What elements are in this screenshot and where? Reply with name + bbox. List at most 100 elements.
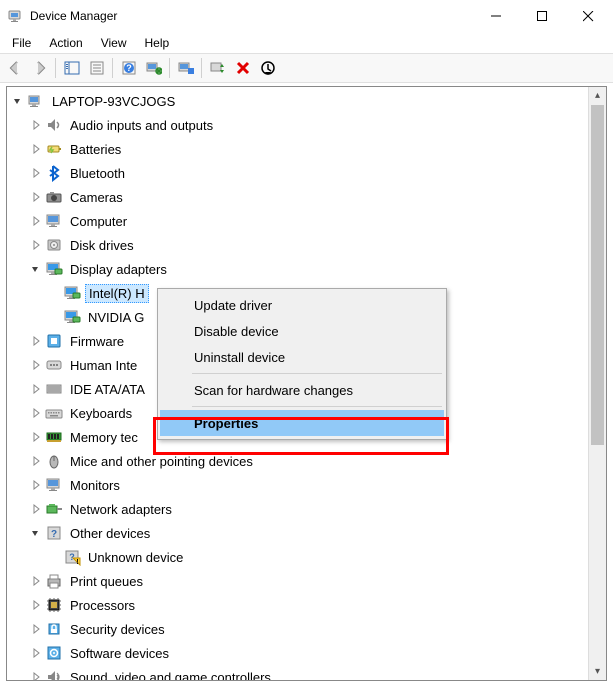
help-button[interactable]: ? bbox=[117, 57, 140, 80]
tree-node-label: Keyboards bbox=[67, 405, 135, 422]
svg-text:!: ! bbox=[76, 559, 78, 566]
mouse-icon bbox=[45, 452, 63, 470]
ctx-separator bbox=[192, 373, 442, 374]
printer-icon bbox=[45, 572, 63, 590]
expander-icon[interactable] bbox=[29, 142, 43, 156]
battery-icon bbox=[45, 140, 63, 158]
expander-icon[interactable] bbox=[29, 382, 43, 396]
ctx-disable-device[interactable]: Disable device bbox=[160, 318, 444, 344]
scroll-down-icon[interactable]: ▾ bbox=[589, 663, 606, 680]
ctx-scan-hardware[interactable]: Scan for hardware changes bbox=[160, 377, 444, 403]
hid-icon bbox=[45, 356, 63, 374]
scan-hardware-button[interactable] bbox=[142, 57, 165, 80]
close-button[interactable] bbox=[565, 1, 611, 31]
expander-icon[interactable] bbox=[29, 574, 43, 588]
device-manager-icon bbox=[8, 8, 24, 24]
ctx-update-driver[interactable]: Update driver bbox=[160, 292, 444, 318]
tree-node-label: Display adapters bbox=[67, 261, 170, 278]
menu-view[interactable]: View bbox=[93, 34, 135, 52]
expander-icon[interactable] bbox=[29, 646, 43, 660]
tree-category-battery[interactable]: Batteries bbox=[7, 137, 606, 161]
expander-icon[interactable] bbox=[29, 502, 43, 516]
context-menu: Update driver Disable device Uninstall d… bbox=[157, 288, 447, 440]
tree-category-computer[interactable]: Computer bbox=[7, 209, 606, 233]
tree-category-display[interactable]: Display adapters bbox=[7, 257, 606, 281]
tree-category-bluetooth[interactable]: Bluetooth bbox=[7, 161, 606, 185]
expander-icon[interactable] bbox=[11, 94, 25, 108]
enable-device-button[interactable] bbox=[206, 57, 229, 80]
tree-root[interactable]: LAPTOP-93VCJOGS bbox=[7, 89, 606, 113]
svg-text:?: ? bbox=[69, 552, 75, 562]
tree-node-label: Human Inte bbox=[67, 357, 140, 374]
expander-icon[interactable] bbox=[29, 526, 43, 540]
disable-device-button[interactable] bbox=[256, 57, 279, 80]
tree-category-software[interactable]: Software devices bbox=[7, 641, 606, 665]
toolbar: ? bbox=[0, 53, 613, 83]
scroll-up-icon[interactable]: ▴ bbox=[589, 87, 606, 104]
svg-text:?: ? bbox=[126, 63, 132, 73]
tree-device-unknown[interactable]: ?! Unknown device bbox=[7, 545, 606, 569]
properties-button[interactable] bbox=[85, 57, 108, 80]
back-button[interactable] bbox=[3, 57, 26, 80]
menu-bar: File Action View Help bbox=[0, 32, 613, 53]
expander-icon[interactable] bbox=[29, 622, 43, 636]
show-hide-console-button[interactable] bbox=[60, 57, 83, 80]
expander-icon[interactable] bbox=[29, 406, 43, 420]
tree-category-printer[interactable]: Print queues bbox=[7, 569, 606, 593]
expander-icon[interactable] bbox=[29, 118, 43, 132]
expander-icon[interactable] bbox=[29, 238, 43, 252]
expander-icon[interactable] bbox=[29, 670, 43, 681]
window-titlebar: Device Manager bbox=[0, 0, 613, 32]
display-icon bbox=[63, 284, 81, 302]
expander-icon[interactable] bbox=[29, 358, 43, 372]
tree-node-label: Mice and other pointing devices bbox=[67, 453, 256, 470]
expander-icon[interactable] bbox=[29, 262, 43, 276]
ctx-separator bbox=[192, 406, 442, 407]
sound-icon bbox=[45, 668, 63, 681]
uninstall-device-button[interactable] bbox=[231, 57, 254, 80]
tree-node-label: Audio inputs and outputs bbox=[67, 117, 216, 134]
menu-file[interactable]: File bbox=[4, 34, 39, 52]
ctx-uninstall-device[interactable]: Uninstall device bbox=[160, 344, 444, 370]
expander-icon[interactable] bbox=[29, 190, 43, 204]
tree-node-label: Batteries bbox=[67, 141, 124, 158]
window-title: Device Manager bbox=[30, 9, 473, 23]
update-driver-button[interactable] bbox=[174, 57, 197, 80]
tree-node-label: Sound, video and game controllers bbox=[67, 669, 274, 682]
expander-icon[interactable] bbox=[29, 166, 43, 180]
tree-node-label: Security devices bbox=[67, 621, 168, 638]
tree-node-label: Network adapters bbox=[67, 501, 175, 518]
menu-help[interactable]: Help bbox=[137, 34, 178, 52]
expander-icon[interactable] bbox=[29, 430, 43, 444]
tree-node-label: Processors bbox=[67, 597, 138, 614]
tree-category-audio[interactable]: Audio inputs and outputs bbox=[7, 113, 606, 137]
tree-category-camera[interactable]: Cameras bbox=[7, 185, 606, 209]
tree-node-label: Unknown device bbox=[85, 549, 186, 566]
minimize-button[interactable] bbox=[473, 1, 519, 31]
expander-icon[interactable] bbox=[29, 478, 43, 492]
expander-icon[interactable] bbox=[29, 598, 43, 612]
tree-category-sound[interactable]: Sound, video and game controllers bbox=[7, 665, 606, 681]
tree-category-other[interactable]: ?Other devices bbox=[7, 521, 606, 545]
maximize-button[interactable] bbox=[519, 1, 565, 31]
tree-category-network[interactable]: Network adapters bbox=[7, 497, 606, 521]
tree-category-monitor[interactable]: Monitors bbox=[7, 473, 606, 497]
tree-category-processor[interactable]: Processors bbox=[7, 593, 606, 617]
ctx-properties[interactable]: Properties bbox=[160, 410, 444, 436]
expander-icon[interactable] bbox=[29, 214, 43, 228]
expander-icon[interactable] bbox=[29, 454, 43, 468]
tree-node-label: LAPTOP-93VCJOGS bbox=[49, 93, 178, 110]
menu-action[interactable]: Action bbox=[41, 34, 90, 52]
monitor-icon bbox=[45, 476, 63, 494]
security-icon bbox=[45, 620, 63, 638]
other-icon: ? bbox=[45, 524, 63, 542]
scroll-thumb[interactable] bbox=[591, 105, 604, 445]
tree-category-disk[interactable]: Disk drives bbox=[7, 233, 606, 257]
forward-button[interactable] bbox=[28, 57, 51, 80]
tree-category-security[interactable]: Security devices bbox=[7, 617, 606, 641]
expander-icon[interactable] bbox=[29, 334, 43, 348]
scrollbar[interactable]: ▴ ▾ bbox=[588, 87, 606, 680]
tree-category-mouse[interactable]: Mice and other pointing devices bbox=[7, 449, 606, 473]
disk-icon bbox=[45, 236, 63, 254]
tree-node-label: IDE ATA/ATA bbox=[67, 381, 148, 398]
